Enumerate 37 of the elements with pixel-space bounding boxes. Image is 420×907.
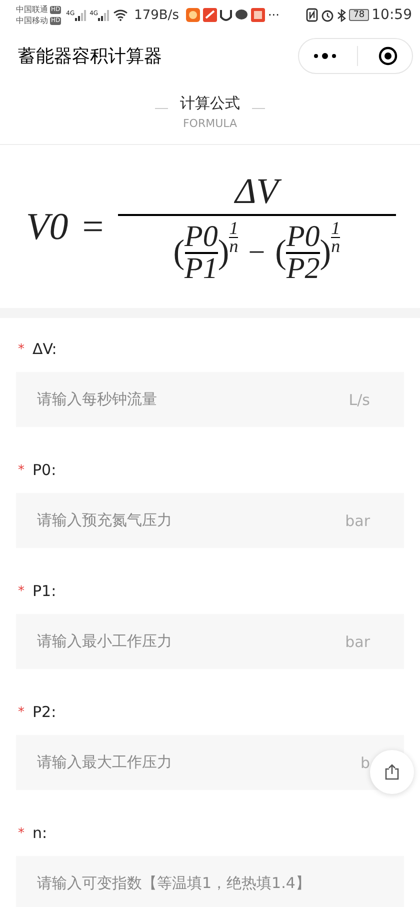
input-field[interactable]: 请输入预充氮气压力 bar [16,493,404,548]
field-label: P0: [32,461,56,479]
required-asterisk: * [18,462,24,478]
network-speed: 179B/s [134,8,179,22]
wifi-icon [113,9,128,21]
carrier-name: 中国移动 [16,15,48,26]
more-notifications: ··· [268,8,280,22]
input-field[interactable]: 请输入最大工作压力 b [16,735,404,790]
signal-icon [74,10,87,20]
share-icon [383,763,401,781]
page-title: 蓄能器容积计算器 [18,45,162,68]
signal-icon [98,10,110,20]
battery-level: 78 [349,9,369,21]
field-label: P1: [32,582,56,600]
required-asterisk: * [18,584,24,598]
input-field[interactable]: 请输入每秒钟流量 L/s [16,372,404,427]
clock: 10:59 [372,7,412,23]
app-icon [250,8,265,22]
nfc-icon [306,8,318,22]
bluetooth-icon [337,8,346,22]
input-field[interactable]: 请输入最小工作压力 bar [16,614,404,669]
section-title: 计算公式 [180,94,240,113]
app-icon [186,8,200,22]
input-field[interactable]: 请输入可变指数【等温填1，绝热填1.4】 [16,856,404,907]
required-asterisk: * [18,342,24,356]
field-label: ΔV: [32,340,57,358]
section-subtitle: FORMULA [182,117,238,130]
carrier-name: 中国联通 [16,4,48,15]
field-label: n: [32,824,48,842]
app-icon [202,8,217,22]
required-asterisk: * [18,704,24,720]
required-asterisk: * [18,826,24,840]
more-icon[interactable] [313,53,337,59]
close-icon[interactable] [378,46,398,66]
field-label: P2: [32,703,56,721]
alarm-icon [321,8,334,22]
share-button[interactable] [370,750,414,794]
